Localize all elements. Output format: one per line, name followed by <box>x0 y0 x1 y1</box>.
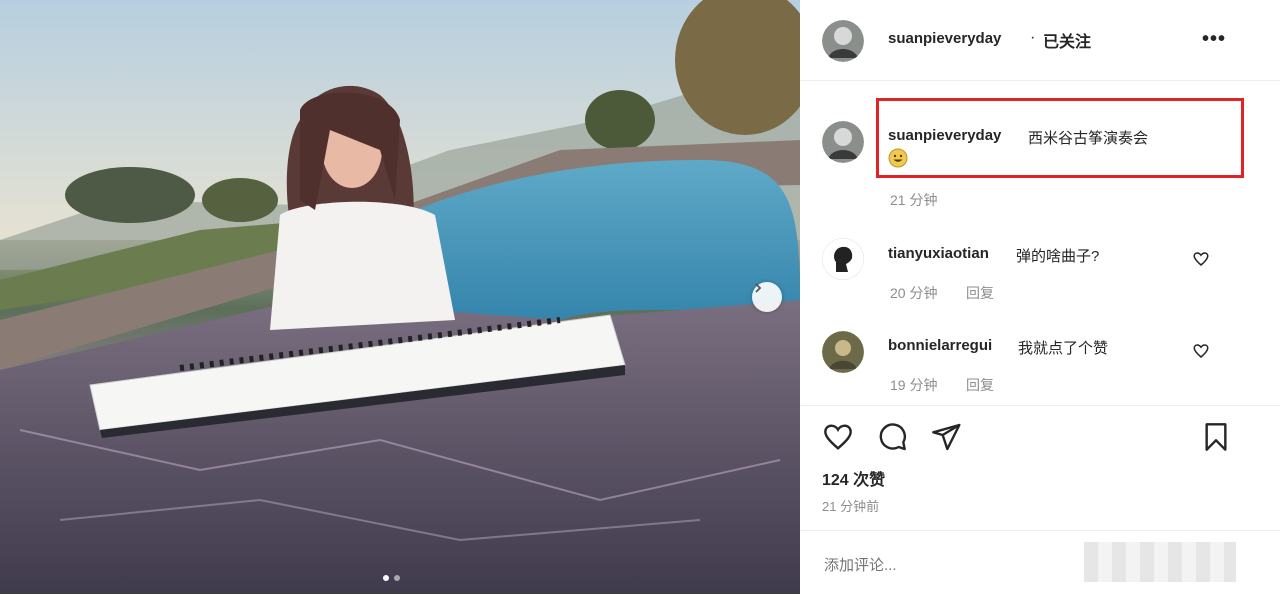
like-comment-heart-icon[interactable] <box>1192 342 1210 360</box>
post-timestamp: 21 分钟前 <box>822 499 880 514</box>
comment-text: 弹的啥曲子? <box>1016 248 1100 265</box>
like-count[interactable]: 124 次赞 <box>822 466 885 490</box>
separator-dot: · <box>1030 29 1036 46</box>
post-comment-button[interactable] <box>1084 542 1236 582</box>
comment-time: 19 分钟 <box>890 377 938 393</box>
reply-button[interactable]: 回复 <box>966 375 994 395</box>
commenter-avatar[interactable] <box>822 238 864 280</box>
add-comment-input[interactable] <box>822 556 1076 575</box>
carousel-dot-active <box>383 575 389 581</box>
bookmark-icon[interactable] <box>1200 421 1232 453</box>
share-icon[interactable] <box>930 421 962 453</box>
caption-author-avatar[interactable] <box>822 121 864 163</box>
like-comment-heart-icon[interactable] <box>1192 250 1210 268</box>
comment-icon[interactable] <box>876 421 908 453</box>
author-avatar[interactable] <box>822 20 864 62</box>
heart-icon[interactable] <box>822 421 854 453</box>
post-sidebar: suanpieveryday · 已关注 ••• suanpieveryday … <box>800 0 1280 594</box>
post-photo[interactable] <box>0 0 800 594</box>
caption-time: 21 分钟 <box>890 192 938 208</box>
author-username[interactable]: suanpieveryday <box>888 30 1001 47</box>
carousel-indicator <box>383 575 400 581</box>
caption-author[interactable]: suanpieveryday <box>888 127 1001 144</box>
comment-time: 20 分钟 <box>890 285 938 301</box>
comment-text: 我就点了个赞 <box>1018 340 1109 357</box>
carousel-dot <box>394 575 400 581</box>
commenter-avatar[interactable] <box>822 331 864 373</box>
next-photo-button[interactable] <box>752 282 782 312</box>
caption-text: 西米谷古筝演奏会 <box>1028 130 1149 147</box>
follow-status[interactable]: 已关注 <box>1043 28 1091 52</box>
photo-scene <box>0 0 800 594</box>
comment-username[interactable]: tianyuxiaotian <box>888 245 989 262</box>
more-options-icon[interactable]: ••• <box>1202 28 1226 51</box>
chevron-right-icon <box>755 283 762 293</box>
reply-button[interactable]: 回复 <box>966 283 994 303</box>
grinning-face-icon <box>888 148 908 168</box>
post-header: suanpieveryday · 已关注 ••• <box>800 0 1280 81</box>
comment-username[interactable]: bonnielarregui <box>888 337 992 354</box>
